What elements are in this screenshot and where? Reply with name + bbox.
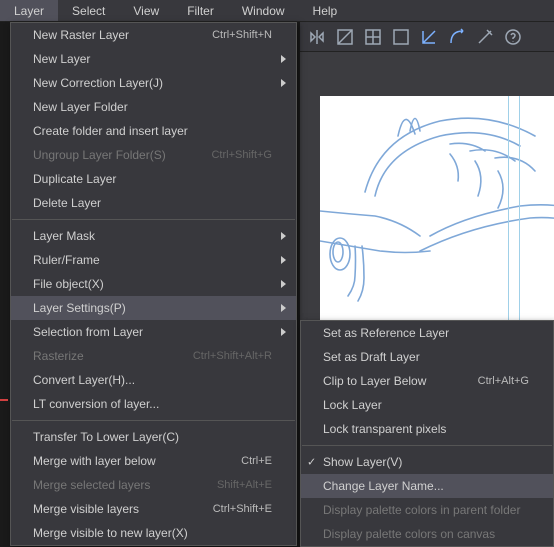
edit-line-icon[interactable] [474, 26, 496, 48]
layer-settings-item[interactable]: Change Layer Name... [301, 474, 553, 498]
layer-menu-item[interactable]: Convert Layer(H)... [11, 368, 296, 392]
layer-menu-item[interactable]: Merge visible to new layer(X) [11, 521, 296, 545]
menu-item-shortcut: Ctrl+Shift+E [213, 503, 272, 515]
toolbar [300, 22, 554, 52]
check-icon: ✓ [307, 456, 316, 469]
menu-item-label: New Layer [33, 52, 90, 66]
menu-item-label: Layer Mask [33, 229, 95, 243]
layer-settings-item: Display palette colors in parent folder [301, 498, 553, 522]
help-icon[interactable] [502, 26, 524, 48]
layer-menu-item[interactable]: File object(X) [11, 272, 296, 296]
menu-item-label: Duplicate Layer [33, 172, 116, 186]
chevron-right-icon [281, 328, 286, 336]
menu-item-label: Rasterize [33, 349, 84, 363]
menu-item-label: Delete Layer [33, 196, 101, 210]
menu-item-label: Set as Reference Layer [323, 326, 449, 340]
menu-item-label: Clip to Layer Below [323, 374, 426, 388]
menu-item-label: Display palette colors in parent folder [323, 503, 520, 517]
empty-square-icon[interactable] [390, 26, 412, 48]
layer-settings-item[interactable]: Lock Layer [301, 393, 553, 417]
menu-item-shortcut: Shift+Alt+E [217, 479, 272, 491]
layer-menu-item[interactable]: New Correction Layer(J) [11, 71, 296, 95]
layer-menu-item: Ungroup Layer Folder(S) Ctrl+Shift+G [11, 143, 296, 167]
menu-item-shortcut: Ctrl+Alt+G [478, 375, 529, 387]
menubar-item-filter[interactable]: Filter [173, 0, 228, 21]
menu-item-label: Create folder and insert layer [33, 124, 188, 138]
menu-item-label: New Correction Layer(J) [33, 76, 163, 90]
menu-item-label: Transfer To Lower Layer(C) [33, 430, 179, 444]
layer-settings-submenu: Set as Reference Layer Set as Draft Layer… [300, 320, 554, 547]
layer-menu-item[interactable]: Delete Layer [11, 191, 296, 215]
menu-item-label: New Layer Folder [33, 100, 128, 114]
layer-settings-item: Display palette colors on canvas [301, 522, 553, 546]
layer-menu-item[interactable]: New Layer Folder [11, 95, 296, 119]
menu-item-label: Ruler/Frame [33, 253, 100, 267]
menu-item-label: Ungroup Layer Folder(S) [33, 148, 166, 162]
menu-item-label: LT conversion of layer... [33, 397, 159, 411]
menu-item-label: Convert Layer(H)... [33, 373, 135, 387]
layer-menu-item: Merge selected layers Shift+Alt+E [11, 473, 296, 497]
menubar-item-view[interactable]: View [119, 0, 173, 21]
layer-menu-item[interactable]: New Layer [11, 47, 296, 71]
layer-menu-separator [12, 420, 295, 421]
menu-item-shortcut: Ctrl+Shift+Alt+R [193, 350, 272, 362]
chevron-right-icon [281, 256, 286, 264]
menu-item-label: Merge selected layers [33, 478, 150, 492]
layer-menu-item[interactable]: Transfer To Lower Layer(C) [11, 425, 296, 449]
layer-settings-item[interactable]: Clip to Layer Below Ctrl+Alt+G [301, 369, 553, 393]
menubar-item-window[interactable]: Window [228, 0, 299, 21]
chevron-right-icon [281, 79, 286, 87]
menu-item-shortcut: Ctrl+Shift+G [211, 149, 272, 161]
flip-h-icon[interactable] [306, 26, 328, 48]
menubar-item-help[interactable]: Help [299, 0, 352, 21]
layer-menu-item[interactable]: Layer Mask [11, 224, 296, 248]
menu-item-label: Lock Layer [323, 398, 382, 412]
layer-menu-item[interactable]: New Raster Layer Ctrl+Shift+N [11, 23, 296, 47]
layer-menu-separator [12, 219, 295, 220]
layer-settings-separator [302, 445, 552, 446]
curve-snap-icon[interactable] [446, 26, 468, 48]
grid-square-icon[interactable] [362, 26, 384, 48]
chevron-right-icon [281, 280, 286, 288]
menu-item-label: Selection from Layer [33, 325, 143, 339]
menu-item-label: New Raster Layer [33, 28, 129, 42]
layer-menu-item[interactable]: LT conversion of layer... [11, 392, 296, 416]
gradient-square-icon[interactable] [334, 26, 356, 48]
layer-menu-item[interactable]: Selection from Layer [11, 320, 296, 344]
chevron-right-icon [281, 232, 286, 240]
menu-item-label: File object(X) [33, 277, 104, 291]
menu-item-shortcut: Ctrl+Shift+N [212, 29, 272, 41]
layer-menu-dropdown: New Raster Layer Ctrl+Shift+N New Layer New… [10, 22, 297, 546]
ui-mark [0, 399, 8, 401]
layer-menu-item[interactable]: Duplicate Layer [11, 167, 296, 191]
layer-settings-item[interactable]: Lock transparent pixels [301, 417, 553, 441]
layer-menu-item[interactable]: Merge with layer below Ctrl+E [11, 449, 296, 473]
menubar-item-select[interactable]: Select [58, 0, 119, 21]
menubar: LayerSelectViewFilterWindowHelp [0, 0, 554, 22]
menu-item-label: Display palette colors on canvas [323, 527, 495, 541]
layer-settings-item[interactable]: ✓ Show Layer(V) [301, 450, 553, 474]
menu-item-label: Change Layer Name... [323, 479, 444, 493]
menu-item-label: Set as Draft Layer [323, 350, 420, 364]
menu-item-label: Merge with layer below [33, 454, 156, 468]
layer-settings-item[interactable]: Set as Draft Layer [301, 345, 553, 369]
menubar-item-layer[interactable]: Layer [0, 0, 58, 21]
layer-menu-item[interactable]: Create folder and insert layer [11, 119, 296, 143]
chevron-right-icon [281, 55, 286, 63]
menu-item-label: Lock transparent pixels [323, 422, 446, 436]
menu-item-label: Show Layer(V) [323, 455, 402, 469]
chevron-right-icon [281, 304, 286, 312]
menu-item-label: Merge visible layers [33, 502, 139, 516]
menu-item-shortcut: Ctrl+E [241, 455, 272, 467]
layer-settings-item[interactable]: Set as Reference Layer [301, 321, 553, 345]
menu-item-label: Layer Settings(P) [33, 301, 126, 315]
layer-menu-item[interactable]: Ruler/Frame [11, 248, 296, 272]
layer-menu-item: Rasterize Ctrl+Shift+Alt+R [11, 344, 296, 368]
layer-menu-item[interactable]: Merge visible layers Ctrl+Shift+E [11, 497, 296, 521]
layer-menu-item[interactable]: Layer Settings(P) [11, 296, 296, 320]
line-snap-icon[interactable] [418, 26, 440, 48]
